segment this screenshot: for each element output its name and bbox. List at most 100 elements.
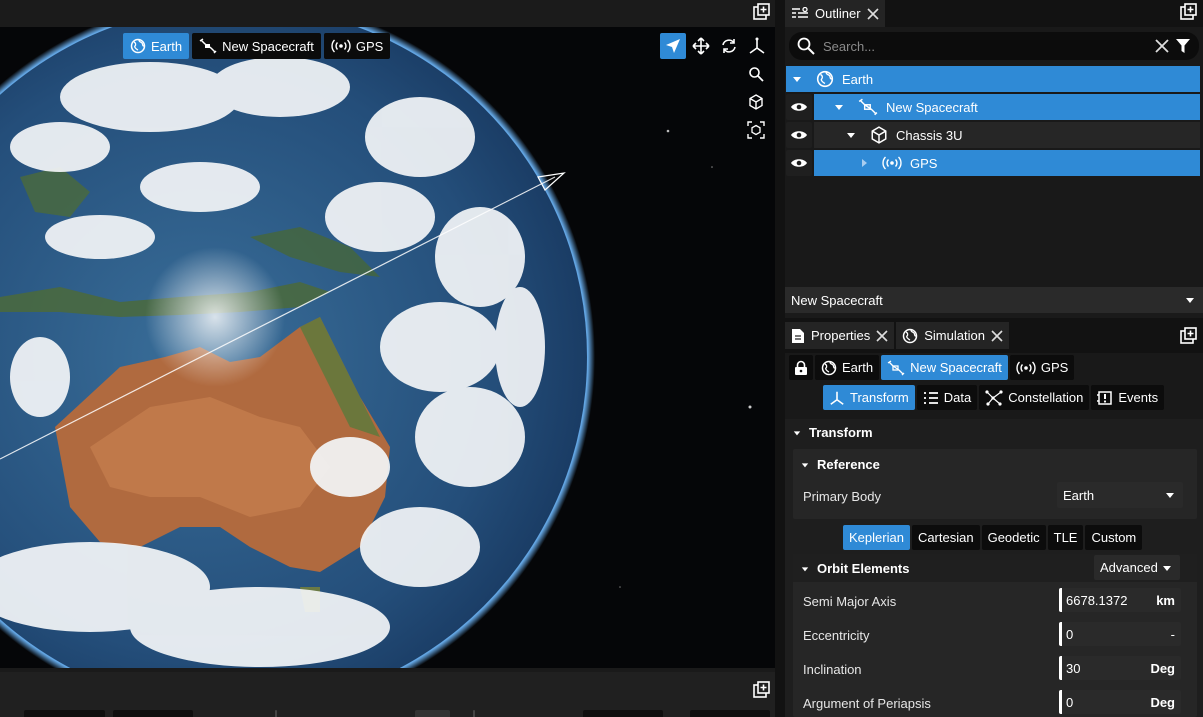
close-icon[interactable] (876, 329, 888, 342)
clear-search-icon[interactable] (1155, 39, 1169, 53)
properties-tabbar: Properties Simulation (785, 318, 1203, 353)
panel-splitter[interactable] (775, 0, 785, 717)
argument-of-periapsis-label: Argument of Periapsis (803, 696, 931, 711)
section-title: Orbit Elements (817, 561, 910, 576)
axes-icon[interactable] (744, 33, 770, 59)
primary-body-dropdown[interactable]: Earth (1057, 482, 1183, 508)
visibility-eye-icon[interactable] (786, 150, 812, 176)
visibility-eye-icon[interactable] (786, 122, 812, 148)
outliner-selection-dropdown[interactable]: New Spacecraft (785, 287, 1203, 313)
mode-tle[interactable]: TLE (1047, 525, 1084, 550)
reference-header[interactable]: Reference (801, 457, 880, 472)
focus-cube-icon[interactable] (743, 117, 769, 143)
field-unit: Deg (1150, 694, 1175, 710)
properties-breadcrumb: Earth New Spacecraft GPS (789, 355, 1075, 380)
subtab-label: Data (943, 390, 972, 405)
tree-row-new-spacecraft[interactable]: New Spacecraft (785, 94, 1203, 120)
space-view-3d[interactable]: Earth New Spacecraft GPS (0, 27, 775, 668)
breadcrumb-earth[interactable]: Earth (815, 355, 880, 380)
bottom-divider (275, 710, 277, 717)
viewport-chip-new-spacecraft[interactable]: New Spacecraft (192, 33, 321, 59)
outliner-tabbar: Outliner (785, 0, 1203, 27)
chevron-down-icon[interactable] (846, 130, 856, 140)
globe-icon (821, 360, 837, 376)
orbit-elements-header[interactable]: Orbit Elements (801, 561, 909, 576)
mode-label: Keplerian (849, 530, 904, 545)
field-value: 6678.1372 (1066, 592, 1128, 608)
rotate-icon[interactable] (716, 33, 742, 59)
search-input[interactable] (821, 37, 1149, 55)
axes-icon (829, 390, 845, 406)
tree-row-gps[interactable]: GPS (785, 150, 1203, 176)
viewport-chip-earth[interactable]: Earth (123, 33, 190, 59)
transform-header[interactable]: Transform (793, 425, 873, 440)
properties-panel: Properties Simulation Earth New Spacecra… (785, 318, 1203, 717)
chevron-down-icon (801, 565, 809, 573)
field-value: 0 (1066, 626, 1074, 642)
orbit-elements-section: Orbit Elements Advanced Semi Major Axis … (793, 554, 1197, 717)
add-panel-icon[interactable] (1179, 327, 1197, 345)
bottom-toolbar-field[interactable] (415, 710, 450, 717)
tree-item-chassis[interactable]: Chassis 3U (814, 122, 1200, 148)
list-icon (923, 391, 939, 405)
tab-properties[interactable]: Properties (785, 322, 895, 349)
navigate-icon[interactable] (660, 33, 686, 59)
chevron-down-icon[interactable] (792, 74, 802, 84)
chevron-down-icon (793, 429, 801, 437)
breadcrumb-new-spacecraft[interactable]: New Spacecraft (881, 355, 1008, 380)
tree-item-label: GPS (910, 155, 938, 171)
tree-item-gps[interactable]: GPS (814, 150, 1200, 176)
chip-label: New Spacecraft (222, 38, 314, 54)
bottom-toolbar-button[interactable] (113, 710, 193, 717)
semi-major-axis-field[interactable]: 6678.1372 km (1059, 588, 1181, 612)
mode-geodetic[interactable]: Geodetic (981, 525, 1046, 550)
subtab-transform[interactable]: Transform (823, 385, 915, 410)
argument-of-periapsis-field[interactable]: 0 Deg (1059, 690, 1181, 714)
close-icon[interactable] (991, 329, 1003, 342)
add-panel-icon[interactable] (752, 3, 770, 21)
subtab-data[interactable]: Data (916, 385, 978, 410)
constellation-icon (985, 389, 1003, 406)
tab-outliner[interactable]: Outliner (785, 0, 885, 27)
bottom-toolbar-button[interactable] (690, 710, 770, 717)
bottom-toolbar-button[interactable] (583, 710, 663, 717)
broadcast-icon (1016, 361, 1036, 375)
visibility-eye-icon[interactable] (786, 94, 812, 120)
viewport-chip-gps[interactable]: GPS (323, 33, 391, 59)
chevron-right-icon[interactable] (860, 158, 868, 168)
mode-custom[interactable]: Custom (1085, 525, 1143, 550)
breadcrumb-label: Earth (842, 360, 874, 375)
lock-icon[interactable] (789, 355, 813, 380)
chevron-down-icon (1165, 490, 1175, 500)
subtab-events[interactable]: Events (1091, 385, 1165, 410)
move-icon[interactable] (688, 33, 714, 59)
inclination-field[interactable]: 30 Deg (1059, 656, 1181, 680)
zoom-icon[interactable] (743, 61, 769, 87)
tab-label: Outliner (815, 6, 861, 21)
tree-item-new-spacecraft[interactable]: New Spacecraft (814, 94, 1200, 120)
eccentricity-field[interactable]: 0 - (1059, 622, 1181, 646)
close-icon[interactable] (866, 7, 879, 20)
tree-row-earth[interactable]: Earth (785, 66, 1203, 92)
add-panel-icon[interactable] (1179, 3, 1197, 21)
mode-keplerian[interactable]: Keplerian (843, 525, 910, 550)
tree-item-earth[interactable]: Earth (786, 66, 1200, 92)
section-title: Reference (817, 457, 880, 472)
tree-row-chassis[interactable]: Chassis 3U (785, 122, 1203, 148)
breadcrumb-gps[interactable]: GPS (1009, 355, 1075, 380)
subtab-constellation[interactable]: Constellation (979, 385, 1090, 410)
tab-simulation[interactable]: Simulation (896, 322, 1009, 349)
orbit-mode-dropdown[interactable]: Advanced (1094, 555, 1180, 580)
mode-cartesian[interactable]: Cartesian (911, 525, 980, 550)
reference-section: Reference Primary Body Earth (793, 449, 1197, 519)
viewport-side-toolbar (743, 61, 769, 143)
bottom-toolbar-button[interactable] (24, 710, 105, 717)
add-panel-icon[interactable] (752, 681, 770, 699)
chevron-down-icon[interactable] (834, 102, 844, 112)
tree-item-label: New Spacecraft (886, 99, 978, 115)
cube-icon[interactable] (743, 89, 769, 115)
broadcast-icon (331, 39, 351, 53)
filter-icon[interactable] (1175, 38, 1191, 54)
earth-render (0, 27, 752, 668)
outliner-search (789, 32, 1199, 60)
